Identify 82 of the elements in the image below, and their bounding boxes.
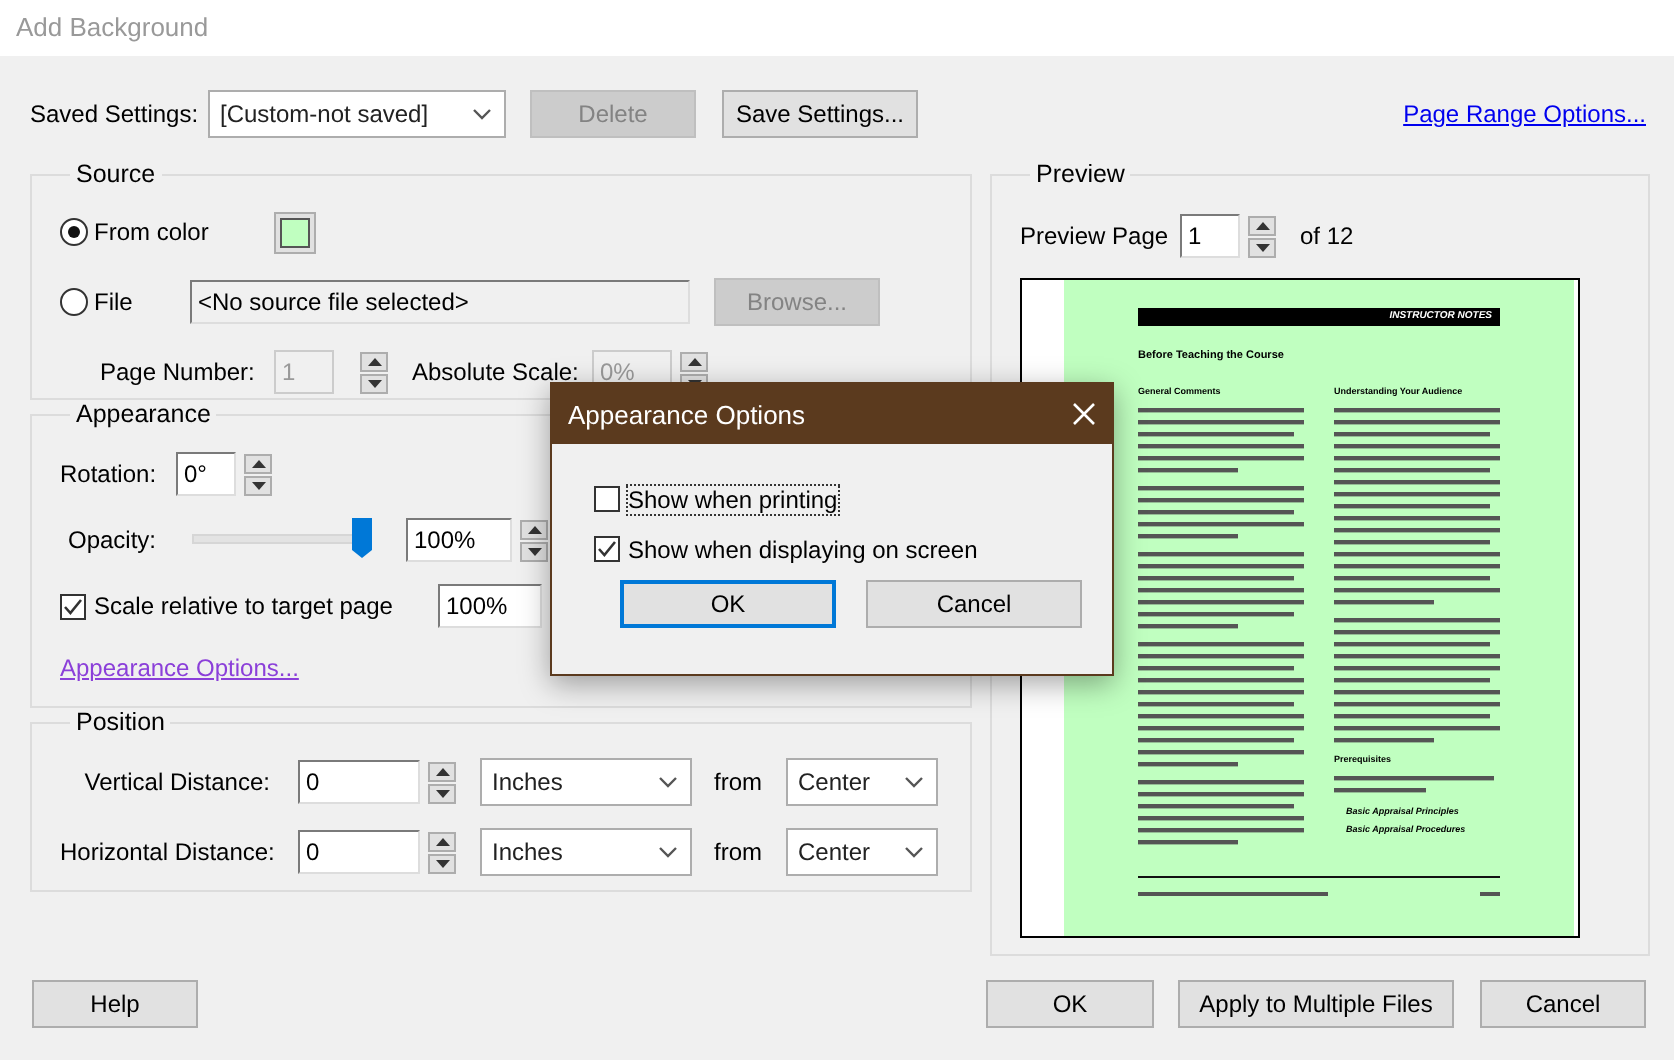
from-label: from [714,768,764,796]
chevron-down-icon [904,776,924,788]
saved-settings-label: Saved Settings: [30,99,201,127]
units-dropdown[interactable]: Inches [480,758,692,806]
slider-thumb[interactable] [352,518,372,558]
radio-button[interactable] [60,288,88,316]
spin-down-button[interactable] [428,783,456,803]
close-icon[interactable] [1072,402,1096,426]
units-dropdown[interactable]: Inches [480,828,692,876]
spin-down-button[interactable] [244,475,272,495]
down-triangle-icon [367,379,381,387]
dialog-button[interactable]: OK [986,980,1154,1028]
chevron-down-icon [658,846,678,858]
group-title: Position [74,708,167,736]
up-triangle-icon [251,459,265,467]
distance-field[interactable]: 0 [298,760,420,804]
spin-up-button[interactable] [244,453,272,473]
spin-up-button[interactable] [680,351,708,371]
up-triangle-icon [367,357,381,365]
preview-page-label: Preview Page [1020,222,1171,250]
checkbox[interactable] [594,536,620,562]
saved-settings-dropdown[interactable]: [Custom-not saved] [208,89,506,137]
dialog-button[interactable]: OK [620,580,836,628]
from-label: from [714,838,764,866]
checkbox[interactable] [60,593,86,619]
radio-label[interactable]: File [94,288,133,316]
spin-up-button[interactable] [1248,215,1276,235]
page-number-label: Page Number: [100,358,257,386]
checkbox-label[interactable]: Show when displaying on screen [628,535,978,563]
rotation-field[interactable]: 0° [176,452,236,496]
distance-field[interactable]: 0 [298,830,420,874]
dialog-button[interactable]: Cancel [866,580,1082,628]
chevron-down-icon [904,846,924,858]
dialog-button[interactable]: Cancel [1480,980,1646,1028]
opacity-label: Opacity: [68,526,159,554]
radio-label[interactable]: From color [94,218,209,246]
checkbox-label[interactable]: Show when printing [628,485,838,513]
preview-page-field[interactable]: 1 [1180,214,1240,258]
rotation-label: Rotation: [60,460,159,488]
appearance-options-link[interactable]: Appearance Options... [60,654,299,682]
spin-up-button[interactable] [428,761,456,781]
window-title: Add Background [16,12,209,42]
chevron-down-icon [472,107,492,119]
dialog-button[interactable]: Apply to Multiple Files [1178,980,1454,1028]
checkbox-label[interactable]: Scale relative to target page [94,592,438,620]
save-settings-button[interactable]: Save Settings... [722,89,918,137]
down-triangle-icon [435,789,449,797]
up-triangle-icon [1255,221,1269,229]
up-triangle-icon [527,525,541,533]
down-triangle-icon [435,859,449,867]
spin-down-button[interactable] [428,853,456,873]
group-title: Preview [1034,160,1127,188]
chevron-down-icon [658,776,678,788]
dialog-button[interactable]: Help [32,980,198,1028]
spin-up-button[interactable] [428,831,456,851]
up-triangle-icon [687,357,701,365]
spin-up-button[interactable] [360,351,388,371]
anchor-dropdown[interactable]: Center [786,758,938,806]
spin-down-button[interactable] [360,373,388,393]
color-swatch-button[interactable] [274,211,316,253]
dialog-title: Appearance Options [568,399,806,429]
down-triangle-icon [251,481,265,489]
scale-field[interactable]: 100% [438,584,542,628]
radio-button[interactable] [60,218,88,246]
page-range-link[interactable]: Page Range Options... [1403,99,1646,127]
down-triangle-icon [527,547,541,555]
opacity-field[interactable]: 100% [406,518,512,562]
group-title: Appearance [74,400,213,428]
down-triangle-icon [1255,243,1269,251]
page-count-label: of 12 [1300,222,1354,250]
distance-label: Horizontal Distance: [60,838,270,866]
checkbox[interactable] [594,486,620,512]
absolute-scale-label: Absolute Scale: [412,358,581,386]
up-triangle-icon [435,837,449,845]
up-triangle-icon [435,767,449,775]
group-title: Source [74,160,158,188]
spin-up-button[interactable] [520,519,548,539]
spin-down-button[interactable] [520,541,548,561]
spin-down-button[interactable] [1248,237,1276,257]
distance-label: Vertical Distance: [82,768,270,796]
anchor-dropdown[interactable]: Center [786,828,938,876]
file-path-field[interactable]: <No source file selected> [190,280,690,324]
